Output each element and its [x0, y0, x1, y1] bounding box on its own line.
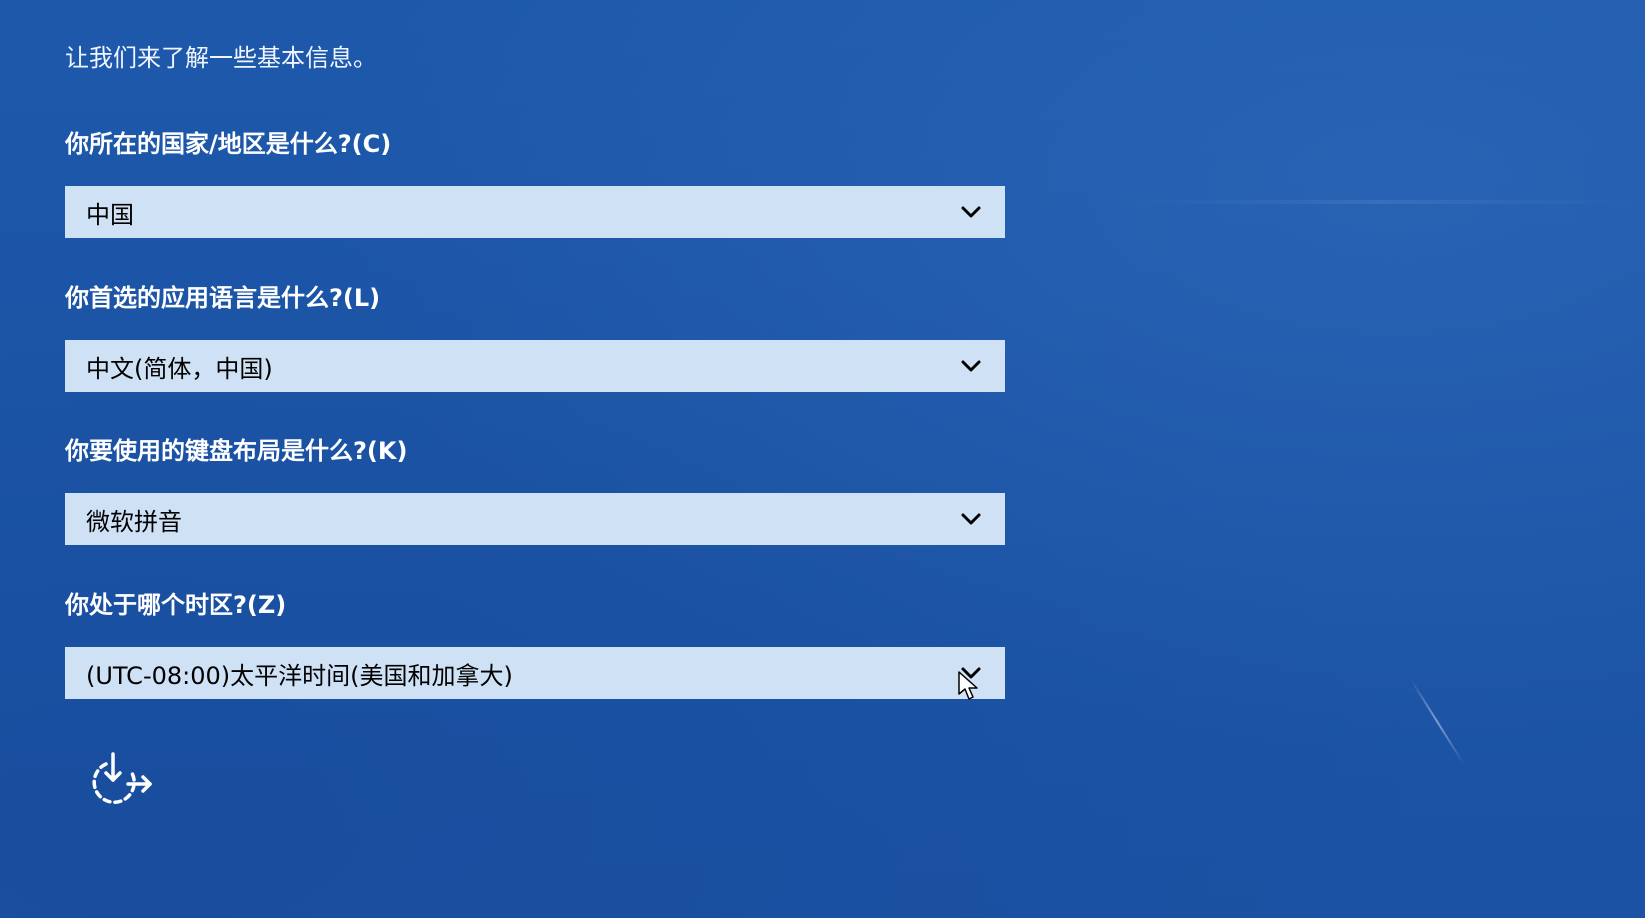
ease-of-access-icon[interactable]	[80, 750, 156, 810]
country-question: 你所在的国家/地区是什么?(C)	[65, 130, 392, 158]
page-title: 让我们来了解一些基本信息。	[65, 44, 377, 72]
language-question: 你首选的应用语言是什么?(L)	[65, 284, 381, 312]
country-select[interactable]: 中国	[65, 186, 1005, 238]
keyboard-value: 微软拼音	[86, 507, 182, 536]
timezone-question: 你处于哪个时区?(Z)	[65, 591, 287, 619]
timezone-value: (UTC-08:00)太平洋时间(美国和加拿大)	[86, 661, 513, 690]
timezone-select[interactable]: (UTC-08:00)太平洋时间(美国和加拿大)	[65, 647, 1005, 699]
keyboard-question: 你要使用的键盘布局是什么?(K)	[65, 437, 408, 465]
chevron-down-icon	[961, 360, 981, 372]
chevron-down-icon	[961, 206, 981, 218]
language-value: 中文(简体，中国)	[86, 354, 273, 383]
light-streak	[1120, 200, 1640, 204]
country-value: 中国	[86, 200, 134, 229]
language-select[interactable]: 中文(简体，中国)	[65, 340, 1005, 392]
chevron-down-icon	[961, 667, 981, 679]
chevron-down-icon	[961, 513, 981, 525]
keyboard-select[interactable]: 微软拼音	[65, 493, 1005, 545]
